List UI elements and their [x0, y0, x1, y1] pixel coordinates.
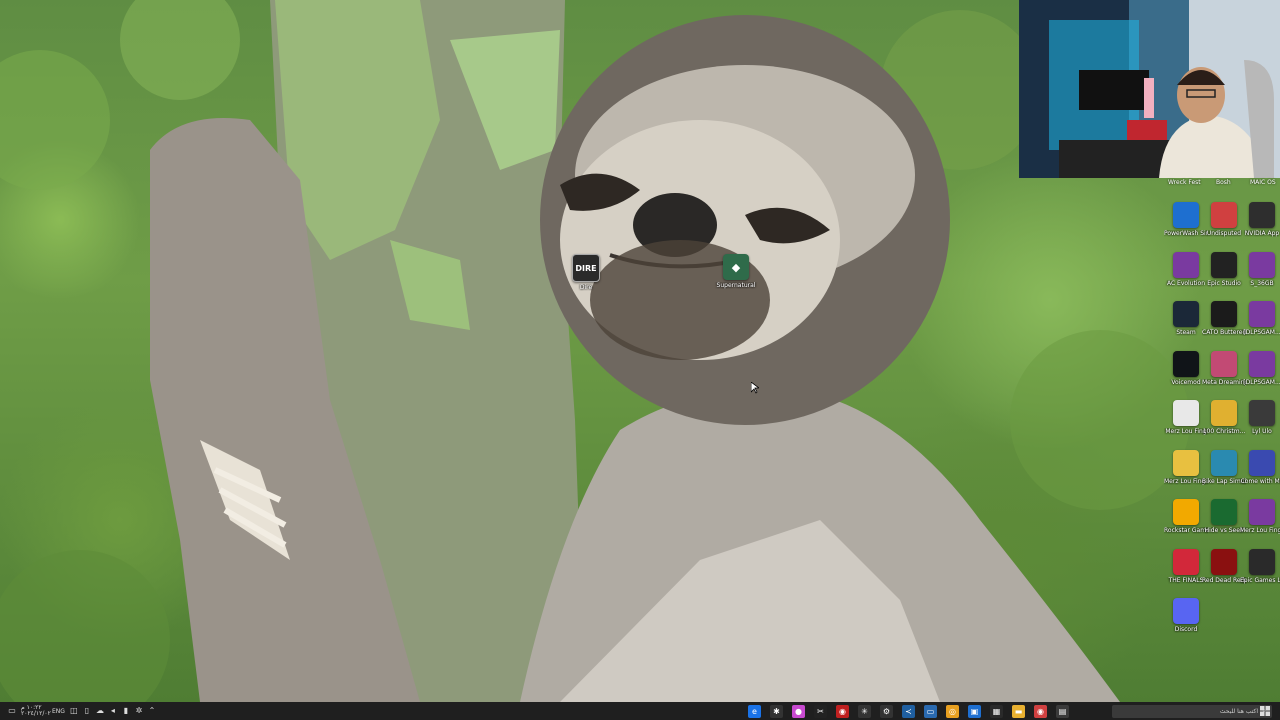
folder-icon	[1173, 449, 1199, 476]
desktop-icon-label: S_36GB	[1250, 279, 1274, 287]
chrome-icon[interactable]: ●	[792, 705, 805, 718]
dire-icon: DIRE	[572, 254, 600, 282]
desktop-icon-dire[interactable]: DIRE Dire	[564, 254, 608, 291]
store-icon[interactable]: ▤	[1056, 705, 1069, 718]
system-tray: ▭ ١٠:٢٢ م ٢٠٢٤/١٢/٠٢ ENG ◫ ▯ ☁ ◂ ▮ ✲ ⌃	[0, 702, 156, 720]
studio-icon	[1211, 251, 1237, 278]
desktop-icon[interactable]: S_36GB	[1240, 251, 1280, 287]
network-icon[interactable]: ◫	[70, 707, 78, 715]
chevron-up-icon[interactable]: ⌃	[148, 707, 156, 715]
webcam-overlay	[1019, 0, 1280, 178]
window-icon[interactable]: ▣	[968, 705, 981, 718]
finals-icon	[1173, 548, 1199, 575]
undisputed-icon	[1211, 202, 1237, 228]
desktop-icon[interactable]: NVIDIA App	[1240, 202, 1280, 237]
archive-icon	[1249, 350, 1275, 377]
rdr-icon	[1211, 548, 1237, 575]
desktop-icon-label: Merz Lou Fing 2024	[1240, 527, 1280, 534]
desktop-icon[interactable]: [DLPSGAM...	[1240, 301, 1280, 336]
mouse-cursor-icon	[751, 382, 759, 394]
edge-icon[interactable]: e	[748, 705, 761, 718]
desktop-icon[interactable]: Epic Games Launcher	[1240, 548, 1280, 584]
language-indicator[interactable]: ENG	[52, 708, 65, 715]
epic-icon	[1249, 548, 1275, 575]
vscode-icon[interactable]: ≺	[902, 705, 915, 718]
folder-icon[interactable]: ▬	[1012, 705, 1025, 718]
search-placeholder: اكتب هنا للبحث	[1219, 708, 1259, 715]
archive-icon	[1249, 301, 1275, 327]
desktop-icon-label: NVIDIA App	[1244, 230, 1280, 237]
hide-seek-icon	[1211, 499, 1237, 525]
archive-icon	[1249, 251, 1275, 278]
desktop-icon-supernatural[interactable]: ◆ Supernatural	[714, 254, 758, 289]
sparkle-icon[interactable]: ✳	[858, 705, 871, 718]
streamer-camera-feed	[1019, 0, 1280, 178]
cato-icon	[1211, 301, 1237, 327]
desktop-icon-label: Discord	[1174, 626, 1198, 633]
chrome-alt-icon[interactable]: ◉	[1034, 705, 1047, 718]
pinned-apps: e ✱ ● ✂ ◉ ✳ ⚙ ≺ ▭ ◎ ▣ ▦ ▬ ◉ ▤	[748, 705, 1069, 718]
search-input[interactable]: اكتب هنا للبحث ⌕	[1112, 705, 1272, 718]
google-chrome-icon[interactable]: ◎	[946, 705, 959, 718]
clock-date: ٢٠٢٤/١٢/٠٢	[21, 710, 51, 717]
rockstar-icon	[1173, 499, 1199, 525]
desktop-icon-label: Come with Me	[1240, 477, 1280, 485]
desktop-icon-label: Lyl Ulo	[1252, 428, 1272, 435]
desktop-icon[interactable]: [DLPSGAM...	[1240, 350, 1280, 386]
gear-icon[interactable]: ⚙	[880, 705, 893, 718]
screen-icon[interactable]: ▭	[924, 705, 937, 718]
partial-icon-label[interactable]: Bosh	[1216, 179, 1231, 186]
supernatural-icon: ◆	[723, 254, 749, 280]
anime-icon	[1211, 350, 1237, 377]
desktop-icon[interactable]: Merz Lou Fing 2024	[1240, 499, 1280, 534]
desktop-icon-label: Epic Games Launcher	[1240, 576, 1280, 584]
desktop-icon-label: [DLPSGAM...	[1243, 329, 1280, 336]
battery-icon[interactable]: ▯	[83, 707, 91, 715]
desktop-icon[interactable]: Lyl Ulo	[1240, 400, 1280, 435]
notification-icon[interactable]: ▭	[8, 707, 16, 715]
desktop-icon[interactable]: Discord	[1164, 598, 1208, 633]
desktop-icon-label: Supernatural	[716, 282, 756, 289]
partial-icon-label[interactable]: MAIC OS	[1250, 179, 1276, 186]
onedrive-icon[interactable]: ☁	[96, 707, 104, 715]
file-icon	[1173, 400, 1199, 426]
chrome-app-icon	[1249, 400, 1275, 426]
nvidia-icon	[1249, 202, 1275, 228]
archive-icon	[1249, 499, 1275, 525]
partial-icon-label[interactable]: Wreck Fest	[1168, 179, 1201, 186]
powerwash-icon	[1173, 202, 1199, 228]
capcut-icon[interactable]: ✂	[814, 705, 827, 718]
volume-icon[interactable]: ◂	[109, 707, 117, 715]
record-icon[interactable]: ◉	[836, 705, 849, 718]
game-icon	[1249, 449, 1275, 476]
calendar-icon[interactable]: ▦	[990, 705, 1003, 718]
desktop-icon-label: [DLPSGAM...	[1243, 378, 1280, 386]
desktop-icon-label: Dire	[579, 284, 593, 291]
taskbar: ▭ ١٠:٢٢ م ٢٠٢٤/١٢/٠٢ ENG ◫ ▯ ☁ ◂ ▮ ✲ ⌃ e…	[0, 702, 1280, 720]
settings-gear-icon[interactable]: ✱	[770, 705, 783, 718]
settings-tray-icon[interactable]: ✲	[135, 707, 143, 715]
steam-icon	[1173, 301, 1199, 327]
start-button[interactable]	[1258, 705, 1272, 718]
clock[interactable]: ١٠:٢٢ م ٢٠٢٤/١٢/٠٢	[21, 705, 51, 717]
desktop-icon[interactable]: Come with Me	[1240, 449, 1280, 485]
voicemod-icon	[1173, 350, 1199, 377]
archive-icon	[1173, 251, 1199, 278]
discord-icon	[1173, 598, 1199, 624]
bike-icon	[1211, 449, 1237, 476]
homer-icon	[1211, 400, 1237, 426]
device-icon[interactable]: ▮	[122, 707, 130, 715]
